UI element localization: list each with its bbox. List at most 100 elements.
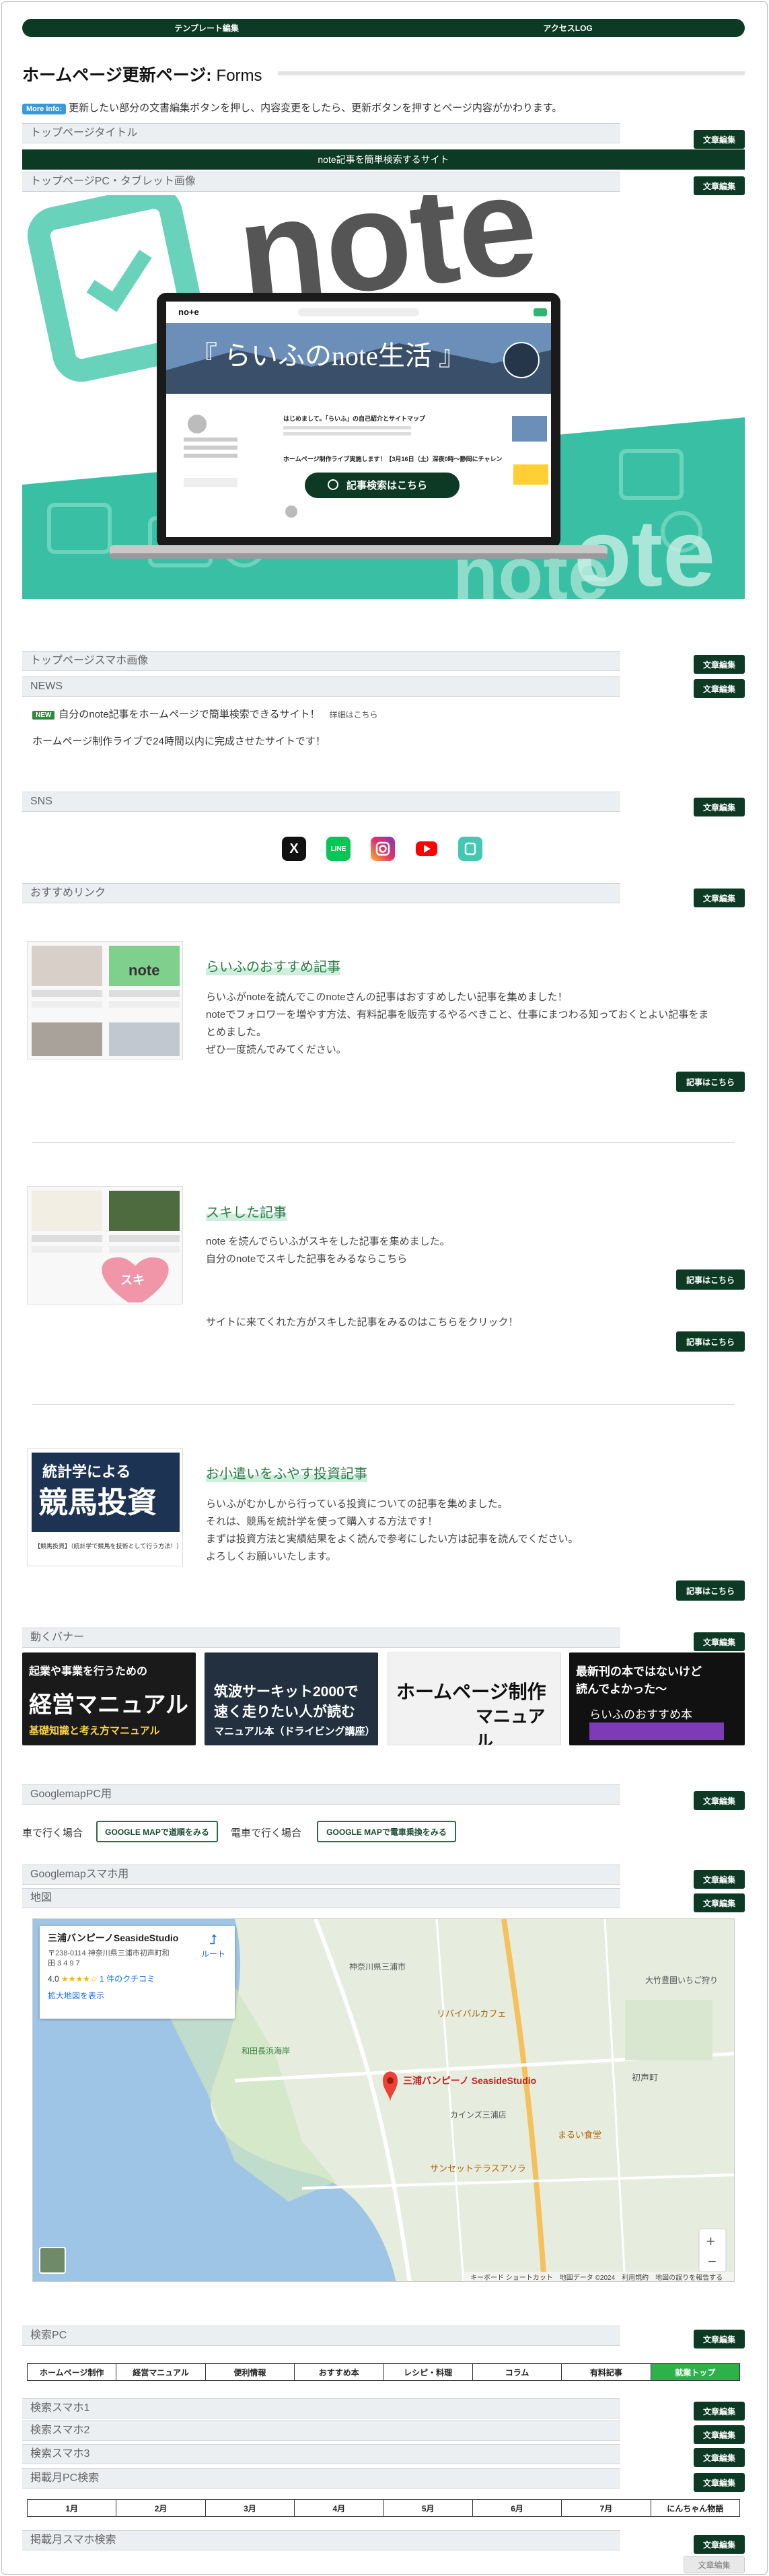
svg-text:キーボード ショートカット 地図データ ©2024 利用規約: キーボード ショートカット 地図データ ©2024 利用規約 地図の誤りを報告す… [470, 2273, 723, 2282]
edit-button-search-pc[interactable]: 文章編集 [694, 2330, 745, 2348]
svg-text:和田長浜海岸: 和田長浜海岸 [242, 2046, 290, 2056]
svg-text:競馬投資: 競馬投資 [38, 1486, 157, 1519]
tab-useful[interactable]: 便利情報 [206, 2364, 295, 2380]
tab-homepage[interactable]: ホームページ制作 [28, 2364, 117, 2380]
nav-template-edit[interactable]: テンプレート編集 [174, 22, 239, 34]
edit-button-reco[interactable]: 文章編集 [694, 889, 745, 907]
tab-paid[interactable]: 有料記事 [562, 2364, 651, 2380]
reco-button-2[interactable]: 記事はこちら [676, 1269, 745, 1290]
svg-text:+: + [706, 2233, 715, 2250]
reco-button-3[interactable]: 記事はこちら [676, 1580, 745, 1601]
separator [32, 1404, 735, 1405]
section-top-pc: トップページPC・タブレット画像 [22, 172, 620, 192]
month-4[interactable]: 4月 [295, 2500, 384, 2516]
month-6[interactable]: 6月 [473, 2500, 562, 2516]
reco-button-1[interactable]: 記事はこちら [676, 1072, 745, 1092]
edit-button-month-sp[interactable]: 文章編集 [694, 2535, 745, 2554]
reco-thumb-3[interactable]: 統計学による 競馬投資 【競馬投資】（統計学で競馬を技術として行う方法！） [27, 1448, 183, 1566]
info-badge: More Info: [22, 104, 67, 114]
section-top-title: トップページタイトル [22, 123, 620, 143]
reco-text-3: らいふがむかしから行っている投資についての記事を集めました。 それは、競馬を統計学… [206, 1498, 579, 1562]
edit-button-news[interactable]: 文章編集 [694, 679, 745, 698]
section-search-sp3: 検索スマホ3 [22, 2444, 620, 2464]
svg-text:三浦バンピーノ SeasideStudio: 三浦バンピーノ SeasideStudio [403, 2075, 536, 2086]
section-search-pc: 検索PC [22, 2326, 620, 2346]
month-3[interactable]: 3月 [206, 2500, 295, 2516]
reco-title-1[interactable]: らいふのおすすめ記事 [206, 956, 340, 975]
edit-button-gmap-sp[interactable]: 文章編集 [694, 1870, 745, 1889]
svg-text:スキ: スキ [120, 1274, 145, 1287]
tab-top[interactable]: 就業トップ [651, 2364, 739, 2380]
month-7[interactable]: 7月 [562, 2500, 651, 2516]
svg-text:【競馬投資】（統計学で競馬を技術として行う方法！）: 【競馬投資】（統計学で競馬を技術として行う方法！） [34, 1542, 182, 1550]
edit-button-sns[interactable]: 文章編集 [694, 798, 745, 816]
reco-button-2b[interactable]: 記事はこちら [676, 1331, 745, 1352]
tab-column[interactable]: コラム [473, 2364, 562, 2380]
svg-text:統計学による: 統計学による [42, 1463, 131, 1480]
month-1[interactable]: 1月 [28, 2500, 117, 2516]
nav-access-log[interactable]: アクセスLOG [543, 22, 592, 34]
svg-text:ホームページ制作ライブ実施します！【3月16日（土）深夜0時: ホームページ制作ライブ実施します！【3月16日（土）深夜0時～静岡にチャレン [283, 455, 502, 462]
google-map[interactable]: 三浦バンピーノ SeasideStudio リバイバルカフェ サンセットテラスア… [32, 1918, 735, 2282]
section-search-sp2: 検索スマホ2 [22, 2421, 620, 2441]
banner-circuit[interactable]: 筑波サーキット2000で 速く走りたい人が読む マニュアル本（ドライビング講座） [205, 1652, 378, 1745]
news-item-2: ホームページ制作ライブで24時間以内に完成させたサイトです！ [32, 736, 326, 747]
edit-button-banner[interactable]: 文章編集 [694, 1632, 745, 1651]
banner-homepage[interactable]: ホームページ制作 マニュアル [388, 1652, 561, 1745]
svg-text:−: − [708, 2253, 717, 2270]
edit-button-search-sp2[interactable]: 文章編集 [694, 2425, 745, 2444]
new-badge: NEW [32, 710, 55, 720]
section-banner: 動くバナー [22, 1628, 620, 1648]
reco-text-2b: サイトに来てくれた方がスキした記事をみるのはこちらをクリック！ [206, 1317, 519, 1328]
edit-button-search-sp1[interactable]: 文章編集 [694, 2402, 745, 2421]
edit-button-gmap-pc[interactable]: 文章編集 [694, 1791, 745, 1810]
category-tabs: ホームページ制作 経営マニュアル 便利情報 おすすめ本 レシピ・料理 コラム 有… [27, 2363, 740, 2381]
reco-text-1: らいふがnoteを読んでこのnoteさんの記事はおすすめしたい記事を集めました！… [206, 991, 709, 1055]
section-sns: SNS [22, 792, 620, 812]
month-2[interactable]: 2月 [116, 2500, 206, 2516]
enlarge-map-link[interactable]: 拡大地図を表示 [48, 1990, 227, 2001]
news-more-link[interactable]: 詳細はこちら [330, 710, 378, 720]
edit-button-top-sp[interactable]: 文章編集 [694, 655, 745, 674]
svg-text:記事検索はこちら: 記事検索はこちら [346, 479, 427, 491]
hero-image: ote note note no+e 『 らいふのnote生活 』 はじめまして… [22, 195, 745, 599]
edit-button-month-pc[interactable]: 文章編集 [694, 2473, 745, 2492]
x-icon[interactable]: X [282, 837, 306, 861]
note-icon[interactable] [458, 837, 482, 861]
section-top-sp: トップページスマホ画像 [22, 651, 620, 671]
svg-text:リバイバルカフェ: リバイバルカフェ [437, 2009, 506, 2019]
month-story[interactable]: にんちゃん物語 [651, 2500, 739, 2516]
title-divider [278, 71, 745, 75]
section-month-sp: 掲載月スマホ検索 [22, 2530, 620, 2550]
tab-recipe[interactable]: レシピ・料理 [384, 2364, 473, 2380]
edit-button-map[interactable]: 文章編集 [694, 1893, 745, 1912]
section-search-sp1: 検索スマホ1 [22, 2398, 620, 2418]
tab-books[interactable]: おすすめ本 [295, 2364, 384, 2380]
train-route-button[interactable]: GOOGLE MAPで電車乗換をみる [317, 1821, 456, 1842]
line-icon[interactable]: LINE [326, 837, 351, 861]
svg-text:カインズ三浦店: カインズ三浦店 [450, 2110, 507, 2120]
svg-text:初声町: 初声町 [632, 2073, 658, 2083]
banner-books[interactable]: 最新刊の本ではないけど 読んでよかった～ らいふのおすすめ本 [569, 1652, 745, 1745]
svg-text:神奈川県三浦市: 神奈川県三浦市 [349, 1961, 406, 1972]
month-5[interactable]: 5月 [384, 2500, 473, 2516]
instagram-icon[interactable] [371, 837, 395, 861]
reco-title-3[interactable]: お小遣いをふやす投資記事 [206, 1463, 367, 1482]
car-route-button[interactable]: GOOGLE MAPで道順をみる [96, 1821, 218, 1842]
section-news: NEWS [22, 676, 620, 697]
svg-text:はじめまして。「らいふ」の自己紹介とサイトマップ: はじめまして。「らいふ」の自己紹介とサイトマップ [283, 415, 426, 422]
tab-management[interactable]: 経営マニュアル [116, 2364, 206, 2380]
reco-title-2[interactable]: スキした記事 [206, 1202, 287, 1221]
youtube-icon[interactable] [414, 837, 439, 861]
edit-button-top-title[interactable]: 文章編集 [694, 130, 745, 149]
edit-button-search-sp3[interactable]: 文章編集 [694, 2448, 745, 2467]
edit-button-top-pc[interactable]: 文章編集 [694, 176, 745, 195]
section-month-pc: 掲載月PC検索 [22, 2468, 620, 2488]
separator [32, 1142, 735, 1143]
reco-thumb-2[interactable]: スキ [27, 1186, 183, 1304]
banner-management[interactable]: 起業や事業を行うための 経営マニュアル 基礎知識と考え方マニュアル [22, 1652, 196, 1745]
news-item-1: NEW 自分のnote記事をホームページで簡単検索できるサイト！ 詳細はこちら [32, 707, 378, 721]
reco-thumb-1[interactable]: note [27, 941, 183, 1059]
edit-button-disabled[interactable]: 文章編集 [684, 2556, 745, 2573]
route-button[interactable]: ⮥ ルート [201, 1933, 225, 1959]
